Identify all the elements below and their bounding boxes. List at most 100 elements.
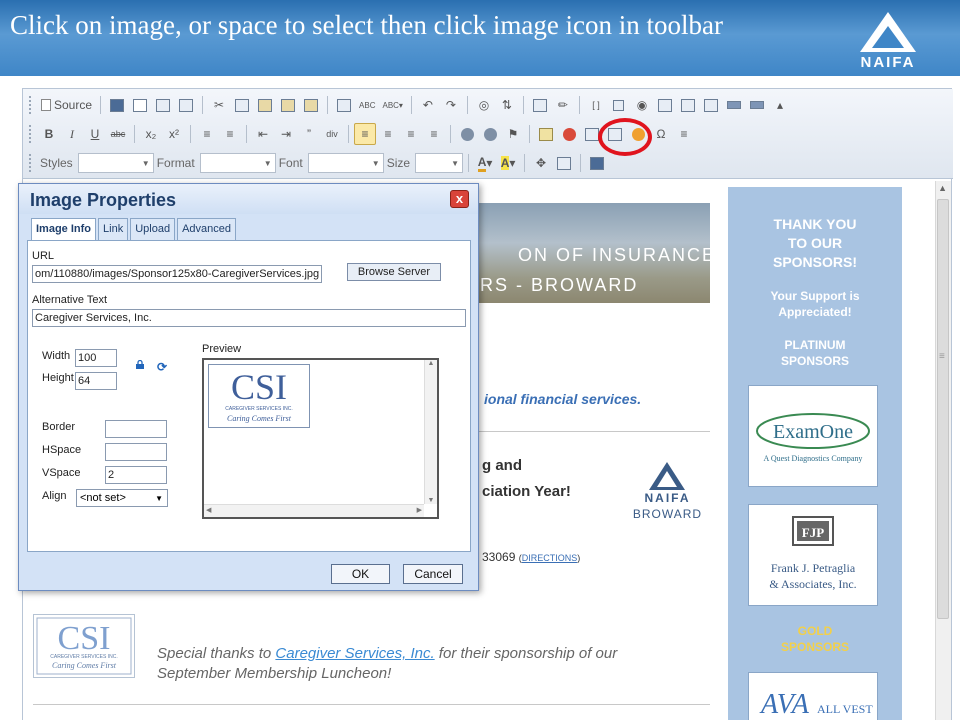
- special-char-button[interactable]: Ω: [650, 123, 672, 145]
- preview-vertical-scrollbar[interactable]: ▲ ▼: [424, 360, 437, 504]
- tab-advanced[interactable]: Advanced: [177, 218, 236, 240]
- tab-link[interactable]: Link: [98, 218, 129, 240]
- save-button[interactable]: [106, 94, 128, 116]
- image-button[interactable]: [535, 123, 557, 145]
- checkbox-button[interactable]: [608, 94, 630, 116]
- toolbar-grip[interactable]: [29, 154, 33, 172]
- vspace-input[interactable]: 2: [105, 466, 167, 484]
- new-page-button[interactable]: [129, 94, 151, 116]
- text-color-button[interactable]: A ▾: [474, 152, 496, 174]
- subscript-button[interactable]: x₂: [140, 123, 162, 145]
- unlink-button[interactable]: [479, 123, 501, 145]
- ok-button[interactable]: OK: [331, 564, 390, 584]
- hspace-input[interactable]: [105, 443, 167, 461]
- bold-button[interactable]: B: [38, 123, 60, 145]
- bulleted-list-button[interactable]: ≡: [219, 123, 241, 145]
- align-center-button[interactable]: ≡: [377, 123, 399, 145]
- scroll-left-arrow-icon[interactable]: ◀: [206, 506, 211, 514]
- indent-button[interactable]: ⇥: [275, 123, 297, 145]
- select-field-button[interactable]: [700, 94, 722, 116]
- italic-button[interactable]: I: [61, 123, 83, 145]
- redo-button[interactable]: ↷: [440, 94, 462, 116]
- button-field-button[interactable]: [723, 94, 745, 116]
- print-button[interactable]: [333, 94, 355, 116]
- allvest-sponsor-card[interactable]: AVA ALL VEST: [748, 672, 878, 720]
- copy-button[interactable]: [231, 94, 253, 116]
- toolbar-grip[interactable]: [29, 96, 33, 114]
- size-select[interactable]: ▼: [415, 153, 464, 173]
- find-button[interactable]: ◎: [473, 94, 495, 116]
- fjp-sponsor-card[interactable]: FJP Frank J. Petraglia & Associates, Inc…: [748, 504, 878, 606]
- anchor-button[interactable]: ⚑: [502, 123, 524, 145]
- link-button[interactable]: [456, 123, 478, 145]
- csi-sponsor-logo[interactable]: CSI CAREGIVER SERVICES INC. Caring Comes…: [33, 614, 135, 678]
- align-select[interactable]: <not set> ▼: [76, 489, 168, 507]
- maximize-button[interactable]: ✥: [530, 152, 552, 174]
- preview-button[interactable]: [152, 94, 174, 116]
- paste-text-button[interactable]: [277, 94, 299, 116]
- image-button-button[interactable]: [746, 94, 768, 116]
- tab-upload[interactable]: Upload: [130, 218, 176, 240]
- preview-horizontal-scrollbar[interactable]: ◀ ▶: [204, 504, 424, 517]
- toolbar-grip[interactable]: [29, 125, 33, 143]
- spellcheck-button[interactable]: ABC: [356, 94, 378, 116]
- align-right-button[interactable]: ≡: [400, 123, 422, 145]
- align-left-button[interactable]: ≡: [354, 123, 376, 145]
- about-button[interactable]: [586, 152, 608, 174]
- border-input[interactable]: [105, 420, 167, 438]
- scroll-thumb[interactable]: [937, 199, 949, 619]
- dialog-titlebar[interactable]: Image Properties x: [19, 184, 478, 214]
- replace-button[interactable]: ⇅: [496, 94, 518, 116]
- examone-sponsor-card[interactable]: ExamOne A Quest Diagnostics Company: [748, 385, 878, 487]
- flash-button[interactable]: [558, 123, 580, 145]
- paste-word-button[interactable]: [300, 94, 322, 116]
- tab-image-info[interactable]: Image Info: [31, 218, 97, 240]
- reset-size-icon[interactable]: ⟳: [157, 360, 167, 374]
- form-button[interactable]: [ ]: [585, 94, 607, 116]
- page-break-button[interactable]: ≡: [673, 123, 695, 145]
- lock-ratio-icon[interactable]: [135, 360, 145, 369]
- height-input[interactable]: 64: [75, 372, 117, 390]
- paste-button[interactable]: [254, 94, 276, 116]
- radio-button[interactable]: ◉: [631, 94, 653, 116]
- strike-button[interactable]: abc: [107, 123, 129, 145]
- fjp-initials: FJP: [802, 525, 824, 540]
- font-select[interactable]: ▼: [307, 153, 384, 173]
- format-select[interactable]: ▼: [199, 153, 276, 173]
- cut-button[interactable]: ✂: [208, 94, 230, 116]
- div-button[interactable]: div: [321, 123, 343, 145]
- scayt-button[interactable]: ABC▾: [379, 94, 405, 116]
- hidden-field-button[interactable]: ▴: [769, 94, 791, 116]
- styles-select[interactable]: ▼: [77, 153, 154, 173]
- textfield-button[interactable]: [654, 94, 676, 116]
- scroll-down-arrow-icon[interactable]: ▼: [425, 497, 437, 504]
- alt-text-input[interactable]: Caregiver Services, Inc.: [32, 309, 466, 327]
- underline-button[interactable]: U: [84, 123, 106, 145]
- scroll-up-arrow-icon[interactable]: ▲: [425, 360, 437, 367]
- undo-button[interactable]: ↶: [417, 94, 439, 116]
- toolbar-separator: [468, 154, 470, 172]
- bg-color-button[interactable]: A ▾: [497, 152, 519, 174]
- blockquote-button[interactable]: ”: [298, 123, 320, 145]
- cancel-button[interactable]: Cancel: [403, 564, 463, 584]
- numbered-list-button[interactable]: ≡: [196, 123, 218, 145]
- templates-button[interactable]: [175, 94, 197, 116]
- dialog-close-button[interactable]: x: [450, 190, 469, 208]
- select-all-button[interactable]: [529, 94, 551, 116]
- url-input[interactable]: om/110880/images/Sponsor125x80-Caregiver…: [32, 265, 322, 283]
- scroll-up-arrow-icon[interactable]: ▲: [938, 183, 947, 193]
- examone-logo: ExamOne A Quest Diagnostics Company: [756, 413, 870, 463]
- width-input[interactable]: 100: [75, 349, 117, 367]
- show-blocks-button[interactable]: [553, 152, 575, 174]
- browse-server-button[interactable]: Browse Server: [347, 263, 441, 281]
- remove-format-button[interactable]: ✏: [552, 94, 574, 116]
- superscript-button[interactable]: x²: [163, 123, 185, 145]
- outdent-button[interactable]: ⇤: [252, 123, 274, 145]
- source-button[interactable]: Source: [38, 94, 95, 116]
- page-break-icon: ≡: [680, 127, 688, 141]
- textarea-button[interactable]: [677, 94, 699, 116]
- justify-button[interactable]: ≡: [423, 123, 445, 145]
- directions-link[interactable]: DIRECTIONS: [522, 553, 578, 563]
- scroll-right-arrow-icon[interactable]: ▶: [417, 506, 422, 514]
- caregiver-services-link[interactable]: Caregiver Services, Inc.: [275, 645, 434, 662]
